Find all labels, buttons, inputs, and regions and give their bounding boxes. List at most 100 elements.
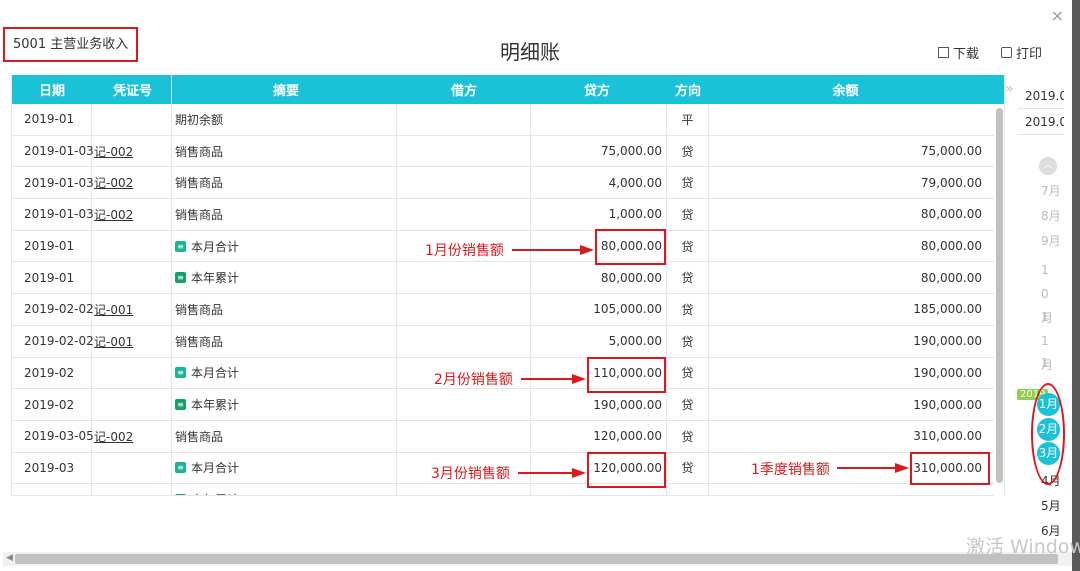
table-row[interactable]: 2019-01-03 记-002 销售商品 75,000.00 贷 75,000.00 [12, 135, 1004, 168]
voucher-cell[interactable]: 记-002 [92, 420, 172, 452]
debit-cell [397, 420, 531, 452]
voucher-cell[interactable]: 记-002 [92, 135, 172, 167]
page-title: 明细账 [500, 40, 560, 64]
header-credit: 贷方 [583, 84, 610, 99]
date-cell: 2019-01 [12, 230, 92, 262]
scroll-up-icon[interactable]: ︿ [1039, 157, 1057, 175]
header-balance: 余额 [832, 84, 859, 99]
voucher-link[interactable]: 记-002 [94, 143, 133, 160]
debit-cell [397, 325, 531, 357]
period-start-field[interactable]: 2019.01 [1018, 83, 1064, 109]
download-button[interactable]: 下载 [938, 43, 979, 62]
balance-cell: 79,000.00 [920, 175, 982, 190]
month-prev-12[interactable]: 12月 [1041, 351, 1055, 375]
mar-arrow-head [572, 468, 586, 478]
year-total-icon: ≡ [175, 399, 186, 411]
debit-cell [397, 484, 531, 495]
table-row[interactable]: 2019-03 ≡ 本年累计 [12, 484, 1004, 495]
direction-cell: 平 [667, 104, 709, 135]
balance-cell: 80,000.00 [920, 207, 982, 222]
table-row[interactable]: 2019-02-02 记-001 销售商品 5,000.00 贷 190,000.00 [12, 325, 1004, 358]
summary-cell: ≡ 本月合计 [172, 357, 397, 389]
vertical-scroll-thumb[interactable] [996, 108, 1003, 483]
voucher-cell [92, 230, 172, 262]
voucher-cell [92, 452, 172, 484]
month-prev-8[interactable]: 8月 [1041, 207, 1061, 224]
summary-text: 本月合计 [191, 239, 240, 254]
table-body: 2019-01 期初余额平 2019-01-03 记-002 销售商品 75,000.00… [12, 104, 1004, 495]
close-icon[interactable]: × [1051, 6, 1064, 25]
credit-cell: 1,000.00 [531, 199, 667, 230]
month-total-icon: ≡ [175, 240, 186, 252]
table-row[interactable]: 2019-01-03 记-002 销售商品 4,000.00 贷 79,000.00 [12, 167, 1004, 200]
voucher-link[interactable]: 记-001 [94, 333, 133, 350]
summary-cell: 销售商品 [172, 325, 397, 357]
date-cell: 2019-03-05 [12, 420, 94, 452]
direction-cell: 贷 [667, 420, 709, 452]
credit-cell [531, 104, 667, 135]
voucher-link[interactable]: 记-002 [94, 206, 133, 223]
summary-text: 销售商品 [175, 334, 224, 349]
month-5[interactable]: 5月 [1041, 497, 1061, 514]
summary-text: 本年累计 [191, 491, 239, 495]
period-end-field[interactable]: 2019.03 [1018, 109, 1064, 135]
voucher-cell [92, 389, 172, 420]
jan-annotation: 1月份销售额 [425, 243, 504, 259]
summary-cell: 销售商品 [172, 199, 397, 230]
year-total-icon: ≡ [175, 272, 186, 284]
direction-cell: 贷 [667, 389, 709, 420]
debit-cell [397, 167, 531, 199]
table-row[interactable]: 2019-01 期初余额 平 [12, 104, 1004, 136]
balance-cell: 190,000.00 [913, 397, 982, 412]
month-total-icon: ≡ [175, 462, 186, 474]
feb-arrow-head [572, 374, 586, 384]
print-label: 打印 [1016, 47, 1043, 62]
month-prev-7[interactable]: 7月 [1041, 182, 1061, 199]
table-row[interactable]: 2019-02 ≡ 本年累计 190,000.00 贷 190,000.00 [12, 389, 1004, 421]
debit-cell [397, 135, 531, 167]
feb-arrow-line [521, 378, 574, 380]
q1-arrow-line [837, 467, 897, 469]
summary-text: 本月合计 [191, 366, 240, 381]
voucher-cell[interactable]: 记-001 [92, 294, 172, 325]
voucher-cell[interactable]: 记-001 [92, 325, 172, 357]
months-highlight-ellipse [1031, 383, 1065, 485]
date-cell: 2019-01-03 [12, 135, 94, 167]
table-row[interactable]: 2019-03-05 记-002 销售商品 120,000.00 贷 310,000.00 [12, 420, 1004, 453]
table-row[interactable]: 2019-01 ≡ 本年累计 80,000.00 贷 80,000.00 [12, 262, 1004, 295]
voucher-link[interactable]: 记-001 [94, 301, 133, 318]
summary-cell: ≡ 本年累计 [172, 262, 397, 294]
date-cell: 2019-01 [12, 104, 92, 135]
date-cell: 2019-01-03 [12, 199, 94, 230]
voucher-link[interactable]: 记-002 [94, 174, 133, 191]
summary-text: 销售商品 [175, 429, 224, 444]
year-total-icon: ≡ [175, 494, 186, 495]
direction-cell: 贷 [667, 325, 709, 357]
collapse-icon[interactable]: » [1005, 81, 1014, 97]
scroll-left-icon[interactable]: ◀ [6, 553, 13, 563]
jan-arrow-head [580, 245, 594, 255]
voucher-cell [92, 262, 172, 294]
table-row[interactable]: 2019-01 ≡ 本月合计 80,000.00 贷 80,000.00 [12, 230, 1004, 263]
voucher-cell[interactable]: 记-002 [92, 199, 172, 230]
date-cell: 2019-03 [12, 484, 92, 495]
summary-cell: 销售商品 [172, 294, 397, 325]
month-prev-9[interactable]: 9月 [1041, 232, 1061, 249]
voucher-cell[interactable]: 记-002 [92, 167, 172, 199]
direction-cell: 贷 [667, 294, 709, 325]
header-date: 日期 [38, 84, 65, 99]
summary-text: 销售商品 [175, 302, 224, 317]
debit-cell [397, 294, 531, 325]
feb-highlight-box [587, 357, 666, 393]
table-row[interactable]: 2019-01-03 记-002 销售商品 1,000.00 贷 80,000.00 [12, 199, 1004, 231]
date-cell: 2019-01-03 [12, 167, 94, 199]
date-cell: 2019-02-02 [12, 294, 94, 325]
ledger-table: 日期 凭证号 摘要 借方 贷方 方向 余额 2019-01 期初余额平 2019-0… [11, 75, 1005, 496]
q1-highlight-box [910, 452, 990, 485]
q1-arrow-head [895, 463, 909, 473]
voucher-link[interactable]: 记-002 [94, 428, 133, 445]
table-row[interactable]: 2019-02-02 记-001 销售商品 105,000.00 贷 185,000.00 [12, 294, 1004, 326]
credit-cell: 105,000.00 [531, 294, 667, 325]
horizontal-scroll-thumb[interactable] [15, 554, 1058, 564]
print-button[interactable]: 打印 [1001, 43, 1042, 62]
